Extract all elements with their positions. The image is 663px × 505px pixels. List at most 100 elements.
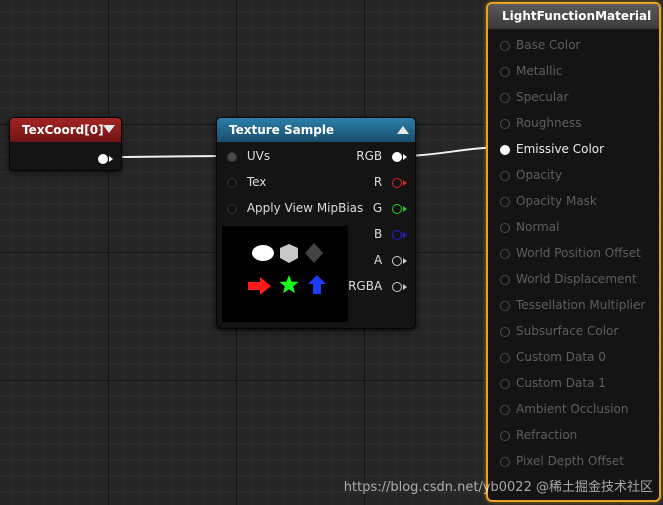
circle-pin-icon[interactable] — [98, 153, 108, 164]
texcoord-output-pin[interactable] — [98, 149, 113, 167]
texture-sample-node[interactable]: Texture Sample UVs Tex Apply View MipBia… — [216, 117, 416, 329]
output-pin-r[interactable]: R — [374, 173, 407, 191]
ellipse-shape-icon — [252, 245, 274, 261]
material-input-roughness[interactable]: Roughness — [500, 114, 581, 132]
output-pin-rgba[interactable]: RGBA — [348, 277, 407, 295]
circle-pin-icon[interactable] — [500, 378, 510, 389]
material-input-specular[interactable]: Specular — [500, 88, 568, 106]
input-pin-label: Apply View MipBias — [246, 201, 364, 215]
material-input-label: Metallic — [516, 64, 563, 78]
material-input-opacity[interactable]: Opacity — [500, 166, 562, 184]
material-input-label: Base Color — [516, 38, 581, 52]
wire-texcoord-to-uvs[interactable] — [116, 155, 228, 158]
circle-pin-icon[interactable] — [500, 118, 510, 129]
material-input-label: Subsurface Color — [516, 324, 619, 338]
material-input-world-position-offset[interactable]: World Position Offset — [500, 244, 641, 262]
circle-pin-icon[interactable] — [227, 177, 237, 188]
material-input-opacity-mask[interactable]: Opacity Mask — [500, 192, 597, 210]
material-input-emissive-color[interactable]: Emissive Color — [500, 140, 604, 158]
input-pin-tex[interactable]: Tex — [227, 173, 266, 191]
material-input-world-displacement[interactable]: World Displacement — [500, 270, 637, 288]
input-pin-apply-view-mipbias[interactable]: Apply View MipBias — [227, 199, 363, 217]
material-node-header[interactable]: LightFunctionMaterial — [488, 4, 659, 29]
circle-pin-icon[interactable] — [392, 177, 402, 188]
material-input-label: Ambient Occlusion — [516, 402, 629, 416]
input-pin-uvs[interactable]: UVs — [227, 147, 270, 165]
circle-pin-icon[interactable] — [500, 40, 510, 51]
circle-pin-icon[interactable] — [500, 352, 510, 363]
material-input-subsurface-color[interactable]: Subsurface Color — [500, 322, 618, 340]
texcoord-node-header[interactable]: TexCoord[0] — [10, 118, 121, 142]
circle-pin-icon[interactable] — [500, 196, 510, 207]
material-input-label: Opacity Mask — [516, 194, 597, 208]
material-input-base-color[interactable]: Base Color — [500, 36, 580, 54]
circle-pin-icon[interactable] — [392, 255, 402, 266]
material-input-custom-data-1[interactable]: Custom Data 1 — [500, 374, 606, 392]
material-input-label: Specular — [516, 90, 569, 104]
pin-arrow-icon — [403, 257, 407, 264]
circle-pin-icon[interactable] — [227, 203, 237, 214]
circle-pin-icon[interactable] — [500, 248, 510, 259]
material-input-label: Custom Data 1 — [516, 376, 606, 390]
pin-arrow-icon — [109, 155, 113, 162]
texture-sample-header[interactable]: Texture Sample — [217, 118, 415, 142]
material-input-label: Emissive Color — [516, 142, 605, 156]
circle-pin-icon[interactable] — [500, 456, 510, 467]
circle-pin-icon[interactable] — [500, 222, 510, 233]
output-pin-a[interactable]: A — [374, 251, 407, 269]
input-pin-label: UVs — [246, 149, 271, 163]
red-arrow-icon — [248, 277, 271, 295]
circle-pin-icon[interactable] — [500, 274, 510, 285]
circle-pin-icon[interactable] — [392, 229, 402, 240]
output-pin-g[interactable]: G — [373, 199, 407, 217]
pin-arrow-icon — [403, 283, 407, 290]
output-pin-label: B — [373, 227, 383, 241]
circle-pin-icon[interactable] — [500, 326, 510, 337]
material-input-refraction[interactable]: Refraction — [500, 426, 577, 444]
material-input-tessellation-multiplier[interactable]: Tessellation Multiplier — [500, 296, 645, 314]
texture-sample-title: Texture Sample — [229, 123, 335, 137]
texcoord-node[interactable]: TexCoord[0] — [9, 117, 122, 171]
circle-pin-icon[interactable] — [500, 300, 510, 311]
output-pin-b[interactable]: B — [374, 225, 407, 243]
texture-preview-image — [248, 243, 326, 295]
material-input-pixel-depth-offset[interactable]: Pixel Depth Offset — [500, 452, 624, 470]
circle-pin-icon[interactable] — [500, 66, 510, 77]
watermark-text: https://blog.csdn.net/yb0022 @稀土掘金技术社区 — [343, 480, 653, 495]
material-input-label: Opacity — [516, 168, 563, 182]
material-input-custom-data-0[interactable]: Custom Data 0 — [500, 348, 606, 366]
material-input-normal[interactable]: Normal — [500, 218, 559, 236]
circle-pin-icon[interactable] — [500, 430, 510, 441]
green-star-icon — [279, 275, 299, 294]
circle-pin-icon[interactable] — [500, 92, 510, 103]
output-pin-rgb[interactable]: RGB — [356, 147, 407, 165]
material-input-label: World Displacement — [516, 272, 637, 286]
texcoord-node-title: TexCoord[0] — [22, 123, 104, 137]
material-input-label: Refraction — [516, 428, 578, 442]
material-input-label: World Position Offset — [516, 246, 641, 260]
texture-preview — [222, 226, 348, 322]
input-pin-label: Tex — [246, 175, 267, 189]
circle-pin-icon[interactable] — [500, 144, 510, 155]
pin-arrow-icon — [403, 179, 407, 186]
pin-arrow-icon — [403, 153, 407, 160]
circle-pin-icon[interactable] — [392, 203, 402, 214]
output-pin-label: A — [373, 253, 383, 267]
circle-pin-icon[interactable] — [500, 170, 510, 181]
material-input-ambient-occlusion[interactable]: Ambient Occlusion — [500, 400, 628, 418]
material-result-node[interactable]: LightFunctionMaterial Base Color Metallic… — [486, 2, 661, 502]
pin-arrow-icon — [403, 231, 407, 238]
material-node-title: LightFunctionMaterial — [502, 9, 652, 23]
output-pin-label: G — [372, 201, 383, 215]
circle-pin-icon[interactable] — [392, 281, 402, 292]
material-input-label: Tessellation Multiplier — [516, 298, 646, 312]
circle-pin-icon[interactable] — [500, 404, 510, 415]
collapse-arrow-icon[interactable] — [103, 125, 115, 133]
material-input-metallic[interactable]: Metallic — [500, 62, 562, 80]
circle-pin-icon[interactable] — [392, 151, 402, 162]
circle-pin-icon[interactable] — [227, 151, 237, 162]
collapse-arrow-icon[interactable] — [397, 126, 409, 134]
blue-up-arrow-icon — [308, 275, 326, 294]
pin-arrow-icon — [403, 205, 407, 212]
output-pin-label: RGB — [356, 149, 383, 163]
